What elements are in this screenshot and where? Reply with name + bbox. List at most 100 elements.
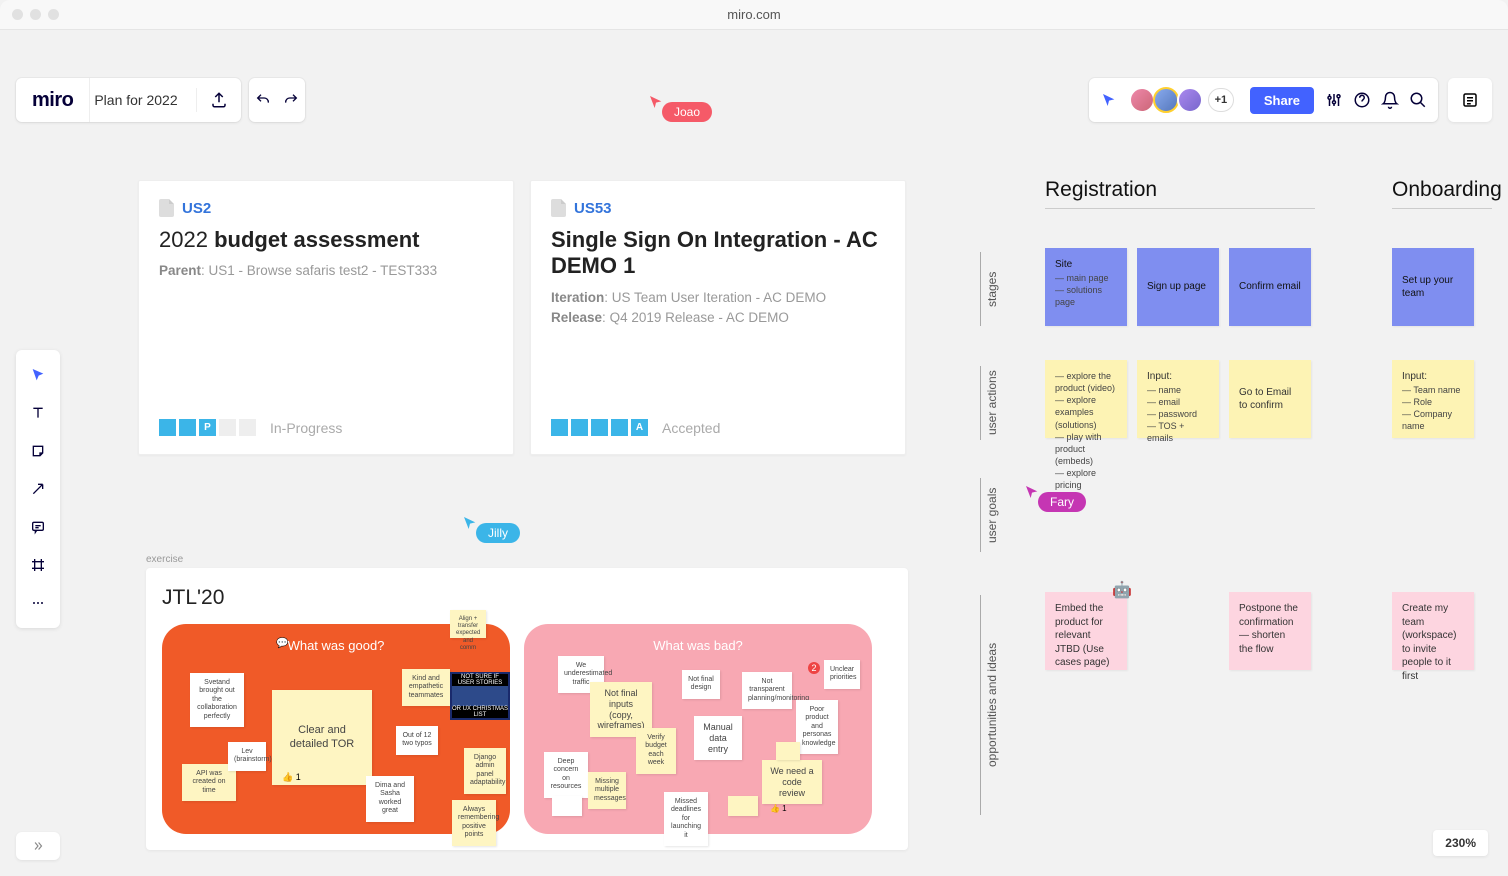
row-label-actions: user actions bbox=[980, 366, 999, 440]
miro-logo[interactable]: miro bbox=[16, 89, 89, 112]
retro-note[interactable]: Unclear priorities bbox=[824, 660, 860, 689]
canvas[interactable]: miro Plan for 2022 +1 bbox=[0, 30, 1508, 876]
collaboration-group: +1 Share bbox=[1089, 78, 1438, 122]
sticky-note[interactable]: — explore the product (video) — explore … bbox=[1045, 360, 1127, 438]
sticky-note[interactable]: Embed the product for relevant JTBD (Use… bbox=[1045, 592, 1127, 670]
story-id: US53 bbox=[574, 200, 612, 217]
collaborator-cursor-jilly: Jilly bbox=[462, 515, 520, 543]
story-card-us2[interactable]: US2 2022 budget assessment Parent: US1 -… bbox=[138, 180, 514, 455]
collaborator-cursor-joao: Joao bbox=[648, 94, 712, 122]
retro-column-bad[interactable]: What was bad? We underestimated traffic … bbox=[524, 624, 872, 834]
settings-icon[interactable] bbox=[1320, 78, 1348, 122]
retro-note[interactable] bbox=[776, 742, 800, 760]
export-icon[interactable] bbox=[197, 78, 241, 122]
retro-column-title: What was bad? bbox=[538, 638, 858, 653]
minimize-window-icon[interactable] bbox=[30, 9, 41, 20]
sticky-note[interactable]: Create my team (workspace) to invite peo… bbox=[1392, 592, 1474, 670]
maximize-window-icon[interactable] bbox=[48, 9, 59, 20]
cursor-follow-icon[interactable] bbox=[1095, 78, 1123, 122]
collaborator-avatars[interactable]: +1 bbox=[1123, 87, 1244, 113]
retro-note[interactable]: Deep concern on resources bbox=[544, 752, 588, 798]
avatar[interactable] bbox=[1177, 87, 1203, 113]
robot-emoji-icon: 🤖 bbox=[1112, 580, 1132, 600]
arrow-tool-icon[interactable] bbox=[16, 470, 60, 508]
retro-note[interactable]: Django admin panel adaptability bbox=[464, 748, 506, 794]
search-icon[interactable] bbox=[1404, 78, 1432, 122]
retro-note[interactable]: Always remembering positive points bbox=[452, 800, 496, 846]
sticky-note[interactable]: Go to Email to confirm bbox=[1229, 360, 1311, 438]
retro-board[interactable]: JTL'20 What was good? Clear and detailed… bbox=[146, 568, 908, 850]
meme-image[interactable]: NOT SURE IF USER STORIES OR UX CHRISTMAS… bbox=[450, 672, 510, 720]
frame-tool-icon[interactable] bbox=[16, 546, 60, 584]
zoom-level[interactable]: 230% bbox=[1433, 830, 1488, 856]
count-badge: 💬 bbox=[276, 638, 288, 649]
side-toolbar bbox=[16, 350, 60, 628]
activity-panel-icon[interactable] bbox=[1448, 78, 1492, 122]
undo-redo-group bbox=[249, 78, 305, 122]
redo-icon[interactable] bbox=[277, 78, 305, 122]
sticky-note[interactable]: Confirm email bbox=[1229, 248, 1311, 326]
frame-label: exercise bbox=[146, 554, 183, 565]
sticky-note-tool-icon[interactable] bbox=[16, 432, 60, 470]
avatar[interactable] bbox=[1129, 87, 1155, 113]
close-window-icon[interactable] bbox=[12, 9, 23, 20]
count-badge: 2 bbox=[808, 662, 820, 674]
row-label-ideas: opportunities and ideas bbox=[980, 595, 999, 815]
retro-note[interactable]: Out of 12 two typos bbox=[396, 726, 438, 755]
retro-note[interactable] bbox=[728, 796, 758, 816]
retro-note[interactable]: Not final design bbox=[682, 670, 720, 699]
sticky-note[interactable]: Postpone the confirmation — shorten the … bbox=[1229, 592, 1311, 670]
sticky-note[interactable]: Sign up page bbox=[1137, 248, 1219, 326]
share-button[interactable]: Share bbox=[1250, 87, 1314, 114]
document-icon bbox=[551, 199, 566, 217]
progress-indicator: P bbox=[159, 419, 256, 436]
expand-panel-icon[interactable] bbox=[16, 832, 60, 860]
story-id: US2 bbox=[182, 200, 211, 217]
sticky-note[interactable]: Site — main page — solutions page bbox=[1045, 248, 1127, 326]
avatar[interactable] bbox=[1153, 87, 1179, 113]
retro-note[interactable]: Dima and Sasha worked great bbox=[366, 776, 414, 822]
cursor-label: Jilly bbox=[476, 523, 520, 543]
url-display: miro.com bbox=[727, 7, 780, 22]
retro-note[interactable]: Not transparent planning/monitoring bbox=[742, 672, 792, 709]
retro-note[interactable]: Missed deadlines for launching it bbox=[664, 792, 708, 846]
retro-note[interactable]: Lev (brainstorm) bbox=[228, 742, 266, 771]
retro-column-good[interactable]: What was good? Clear and detailed TOR Sv… bbox=[162, 624, 510, 834]
retro-note[interactable]: Manual data entry bbox=[694, 716, 742, 760]
avatar-overflow[interactable]: +1 bbox=[1208, 88, 1234, 112]
story-meta: Parent: US1 - Browse safaris test2 - TES… bbox=[159, 261, 493, 281]
comment-tool-icon[interactable] bbox=[16, 508, 60, 546]
retro-note[interactable]: We need a code review bbox=[762, 760, 822, 804]
sticky-note[interactable]: Input: — name — email — password — TOS +… bbox=[1137, 360, 1219, 438]
board-header: miro Plan for 2022 bbox=[16, 78, 241, 122]
sticky-note[interactable]: Set up your team bbox=[1392, 248, 1474, 326]
retro-note[interactable]: Missing multiple messages bbox=[588, 772, 626, 809]
text-tool-icon[interactable] bbox=[16, 394, 60, 432]
story-title: 2022 budget assessment bbox=[159, 227, 493, 253]
cursor-label: Joao bbox=[662, 102, 712, 122]
status-label: Accepted bbox=[662, 420, 720, 436]
sticky-note[interactable]: Input: — Team name — Role — Company name bbox=[1392, 360, 1474, 438]
story-title: Single Sign On Integration - AC DEMO 1 bbox=[551, 227, 885, 280]
select-tool-icon[interactable] bbox=[16, 356, 60, 394]
status-label: In-Progress bbox=[270, 420, 342, 436]
retro-note[interactable]: Svetand brought out the collaboration pe… bbox=[190, 673, 244, 727]
journey-column-registration: Registration bbox=[1045, 178, 1157, 202]
retro-note[interactable]: Poor product and personas knowledge bbox=[796, 700, 838, 754]
progress-indicator: A bbox=[551, 419, 648, 436]
retro-column-title: What was good? bbox=[176, 638, 496, 653]
retro-note[interactable] bbox=[552, 796, 582, 816]
retro-note[interactable]: Kind and empathetic teammates bbox=[402, 669, 450, 706]
retro-note[interactable]: Verify budget each week bbox=[636, 728, 676, 774]
help-icon[interactable] bbox=[1348, 78, 1376, 122]
browser-chrome: miro.com bbox=[0, 0, 1508, 30]
story-meta: Iteration: US Team User Iteration - AC D… bbox=[551, 288, 885, 329]
notifications-icon[interactable] bbox=[1376, 78, 1404, 122]
retro-note[interactable]: Clear and detailed TOR bbox=[272, 690, 372, 785]
more-tools-icon[interactable] bbox=[16, 584, 60, 622]
story-card-us53[interactable]: US53 Single Sign On Integration - AC DEM… bbox=[530, 180, 906, 455]
undo-icon[interactable] bbox=[249, 78, 277, 122]
retro-note[interactable]: Align + transfer expected and comm bbox=[450, 610, 486, 638]
row-label-goals: user goals bbox=[980, 478, 999, 552]
board-title[interactable]: Plan for 2022 bbox=[89, 78, 195, 122]
